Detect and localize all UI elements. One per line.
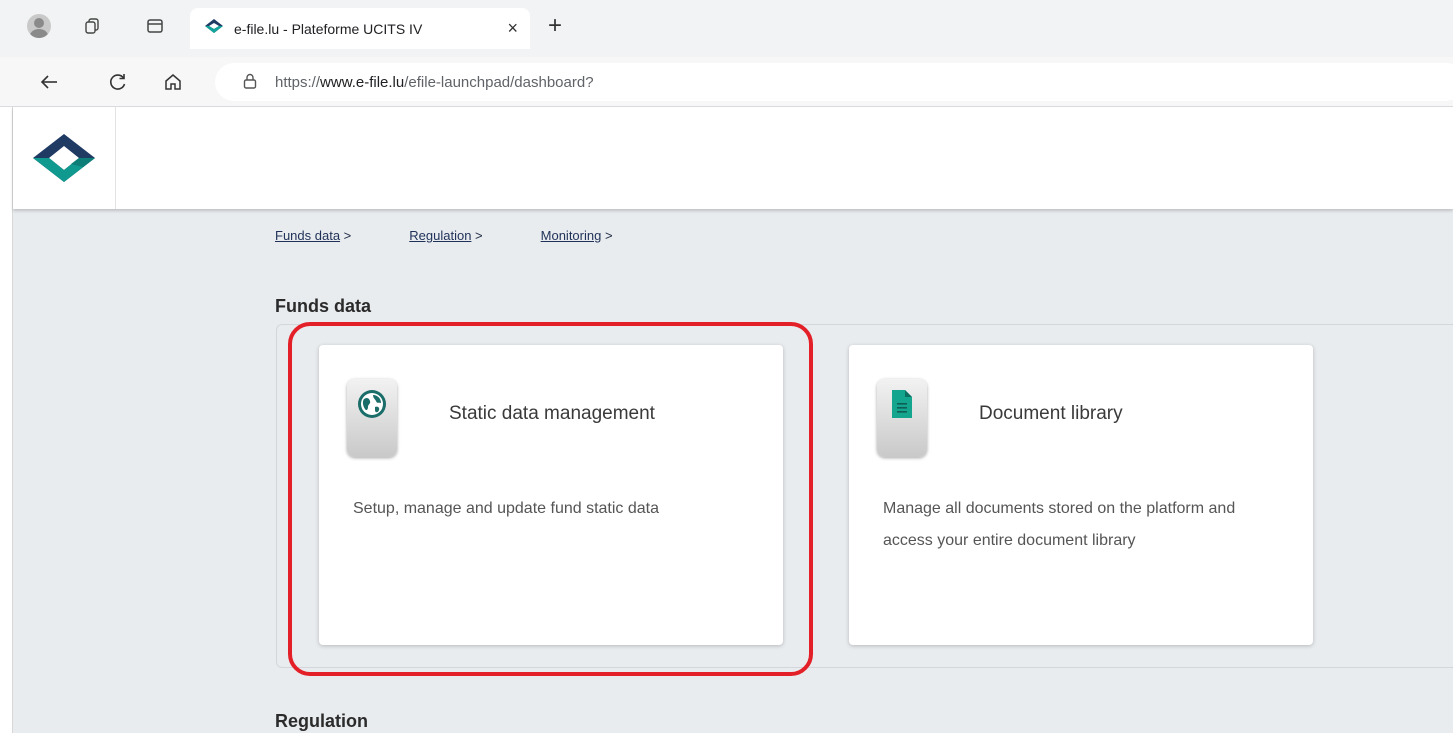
app-header xyxy=(13,107,1453,209)
card-description: Manage all documents stored on the platf… xyxy=(883,500,1236,549)
card-description: Setup, manage and update fund static dat… xyxy=(353,500,660,517)
address-bar[interactable]: https://www.e-file.lu/efile-launchpad/da… xyxy=(215,63,1453,101)
url-text: https://www.e-file.lu/efile-launchpad/da… xyxy=(275,73,594,91)
globe-icon xyxy=(347,379,397,457)
section-title-regulation: Regulation xyxy=(275,711,368,731)
back-arrow-icon[interactable] xyxy=(36,69,62,95)
efile-logo[interactable] xyxy=(13,107,116,209)
new-tab-icon[interactable]: + xyxy=(548,13,562,39)
lock-icon[interactable] xyxy=(243,73,257,92)
browser-tab-bar: e-file.lu - Plateforme UCITS IV × + xyxy=(0,0,1453,57)
breadcrumb-regulation[interactable]: Regulation > xyxy=(409,228,482,243)
workspaces-icon[interactable] xyxy=(79,13,105,39)
document-icon xyxy=(877,379,927,457)
card-title: Document library xyxy=(979,403,1123,424)
section-title-funds-data: Funds data xyxy=(275,296,372,316)
card-document-library[interactable]: Document library Manage all documents st… xyxy=(849,345,1313,645)
tab-close-icon[interactable]: × xyxy=(507,18,518,39)
browser-tab[interactable]: e-file.lu - Plateforme UCITS IV × xyxy=(190,8,530,49)
favicon-icon xyxy=(204,18,224,39)
breadcrumb: Funds data > Regulation > Monitoring > xyxy=(275,228,671,243)
card-title: Static data management xyxy=(449,403,655,424)
refresh-icon[interactable] xyxy=(105,69,131,95)
breadcrumb-funds-data[interactable]: Funds data > xyxy=(275,228,351,243)
tab-actions-icon[interactable] xyxy=(142,13,168,39)
home-icon[interactable] xyxy=(160,69,186,95)
left-sidebar-edge xyxy=(0,107,13,733)
profile-avatar-icon[interactable] xyxy=(26,13,52,39)
card-static-data-management[interactable]: Static data management Setup, manage and… xyxy=(319,345,783,645)
breadcrumb-monitoring[interactable]: Monitoring > xyxy=(541,228,613,243)
browser-toolbar: https://www.e-file.lu/efile-launchpad/da… xyxy=(0,57,1453,107)
tab-title: e-file.lu - Plateforme UCITS IV xyxy=(234,20,423,37)
